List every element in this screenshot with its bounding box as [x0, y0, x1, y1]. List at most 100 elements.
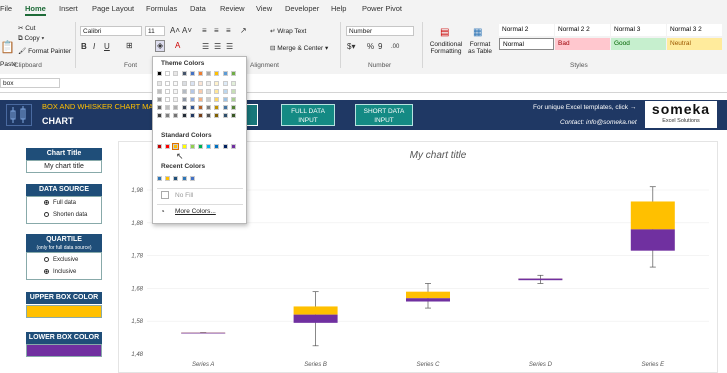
someka-logo[interactable]: someka Excel Solutions [645, 101, 717, 128]
borders-icon[interactable]: ⊞ [126, 41, 133, 51]
tab-data[interactable]: Data [190, 4, 206, 13]
standard-color-swatch[interactable] [165, 144, 171, 149]
no-fill-option[interactable]: No Fill [175, 192, 193, 199]
theme-color-swatch[interactable] [181, 89, 187, 94]
full-data-input-button[interactable]: FULL DATA INPUT [281, 104, 335, 126]
underline-icon[interactable]: U [104, 42, 110, 52]
theme-color-swatch[interactable] [189, 81, 195, 86]
theme-color-swatch[interactable] [157, 105, 162, 110]
recent-color-swatch[interactable] [181, 176, 187, 181]
theme-color-swatch[interactable] [214, 105, 220, 110]
theme-color-swatch[interactable] [173, 105, 179, 110]
tab-view[interactable]: View [256, 4, 272, 13]
theme-color-swatch[interactable] [206, 89, 212, 94]
theme-color-swatch[interactable] [173, 113, 179, 118]
theme-color-swatch[interactable] [230, 81, 236, 86]
style-normal-2[interactable]: Normal 2 [499, 24, 554, 36]
theme-color-swatch[interactable] [198, 81, 203, 86]
theme-color-swatch[interactable] [165, 97, 171, 102]
font-size-combo[interactable]: 11 [145, 26, 165, 36]
tab-file[interactable]: File [0, 4, 12, 13]
tab-power-pivot[interactable]: Power Pivot [362, 4, 402, 13]
theme-color-swatch[interactable] [222, 97, 228, 102]
theme-color-swatch[interactable] [222, 113, 228, 118]
theme-color-swatch[interactable] [214, 81, 220, 86]
theme-color-swatch[interactable] [198, 71, 203, 76]
tab-review[interactable]: Review [220, 4, 245, 13]
recent-color-swatch[interactable] [189, 176, 195, 181]
increase-decimal-icon[interactable]: .00 [391, 42, 399, 52]
theme-color-swatch[interactable] [230, 71, 236, 76]
theme-color-swatch[interactable] [181, 97, 187, 102]
radio-shorten-data[interactable]: Shorten data [44, 212, 87, 218]
fill-color-icon[interactable]: ◈ [155, 40, 166, 52]
theme-color-swatch[interactable] [198, 89, 203, 94]
upper-box-color-cell[interactable] [26, 305, 102, 318]
standard-color-swatch[interactable] [198, 144, 203, 149]
theme-color-swatch[interactable] [157, 71, 162, 76]
style-neutral[interactable]: Neutral [667, 38, 722, 50]
style-normal-3-2[interactable]: Normal 3 2 [667, 24, 722, 36]
theme-color-swatch[interactable] [157, 81, 162, 86]
paste-button[interactable]: 📋 [0, 40, 15, 54]
theme-color-swatch[interactable] [165, 105, 171, 110]
theme-color-swatch[interactable] [214, 89, 220, 94]
standard-color-swatch[interactable] [157, 144, 162, 149]
format-painter-button[interactable]: 🖌 Format Painter [18, 47, 71, 55]
align-top-icon[interactable]: ≡ [202, 26, 207, 36]
radio-exclusive[interactable]: Exclusive [44, 257, 78, 263]
theme-color-swatch[interactable] [181, 81, 187, 86]
merge-center-button[interactable]: ⊟ Merge & Center ▾ [270, 44, 328, 52]
style-normal-2-2[interactable]: Normal 2 2 [555, 24, 610, 36]
tab-help[interactable]: Help [331, 4, 346, 13]
theme-color-swatch[interactable] [206, 113, 212, 118]
theme-color-swatch[interactable] [198, 97, 203, 102]
theme-color-swatch[interactable] [157, 113, 162, 118]
theme-color-swatch[interactable] [189, 97, 195, 102]
recent-color-swatch[interactable] [157, 176, 162, 181]
theme-color-swatch[interactable] [230, 113, 236, 118]
conditional-formatting-button[interactable]: Conditional Formatting [428, 41, 464, 55]
theme-color-swatch[interactable] [157, 97, 162, 102]
theme-color-swatch[interactable] [165, 113, 171, 118]
theme-color-swatch[interactable] [189, 89, 195, 94]
align-center-icon[interactable]: ☰ [214, 42, 221, 52]
recent-color-swatch[interactable] [173, 176, 179, 181]
cut-button[interactable]: ✂ Cut [18, 24, 35, 32]
theme-color-swatch[interactable] [206, 97, 212, 102]
style-good[interactable]: Good [611, 38, 666, 50]
align-left-icon[interactable]: ☰ [202, 42, 209, 52]
font-name-combo[interactable]: Calibri [80, 26, 142, 36]
theme-color-swatch[interactable] [165, 89, 171, 94]
currency-icon[interactable]: $▾ [347, 42, 355, 52]
style-normal-3[interactable]: Normal 3 [611, 24, 666, 36]
theme-color-swatch[interactable] [165, 71, 171, 76]
lower-box-color-cell[interactable] [26, 344, 102, 357]
theme-color-swatch[interactable] [214, 97, 220, 102]
standard-color-swatch[interactable] [214, 144, 220, 149]
theme-color-swatch[interactable] [230, 105, 236, 110]
theme-color-swatch[interactable] [222, 89, 228, 94]
theme-color-swatch[interactable] [198, 113, 203, 118]
theme-color-swatch[interactable] [222, 105, 228, 110]
wrap-text-button[interactable]: ↵ Wrap Text [270, 27, 306, 35]
copy-button[interactable]: ⧉ Copy ▾ [18, 35, 44, 43]
recent-color-swatch[interactable] [165, 176, 171, 181]
theme-color-swatch[interactable] [222, 71, 228, 76]
theme-color-swatch[interactable] [181, 113, 187, 118]
align-right-icon[interactable]: ☰ [226, 42, 233, 52]
theme-color-swatch[interactable] [181, 71, 187, 76]
theme-color-swatch[interactable] [157, 89, 162, 94]
theme-color-swatch[interactable] [230, 97, 236, 102]
radio-full-data[interactable]: Full data [44, 200, 76, 206]
theme-color-swatch[interactable] [206, 105, 212, 110]
radio-inclusive[interactable]: Inclusive [44, 269, 76, 275]
theme-color-swatch[interactable] [206, 81, 212, 86]
theme-color-swatch[interactable] [214, 71, 220, 76]
tab-insert[interactable]: Insert [59, 4, 78, 13]
theme-color-swatch[interactable] [189, 71, 195, 76]
style-bad[interactable]: Bad [555, 38, 610, 50]
tab-developer[interactable]: Developer [285, 4, 319, 13]
theme-color-swatch[interactable] [189, 105, 195, 110]
standard-color-swatch[interactable] [189, 144, 195, 149]
